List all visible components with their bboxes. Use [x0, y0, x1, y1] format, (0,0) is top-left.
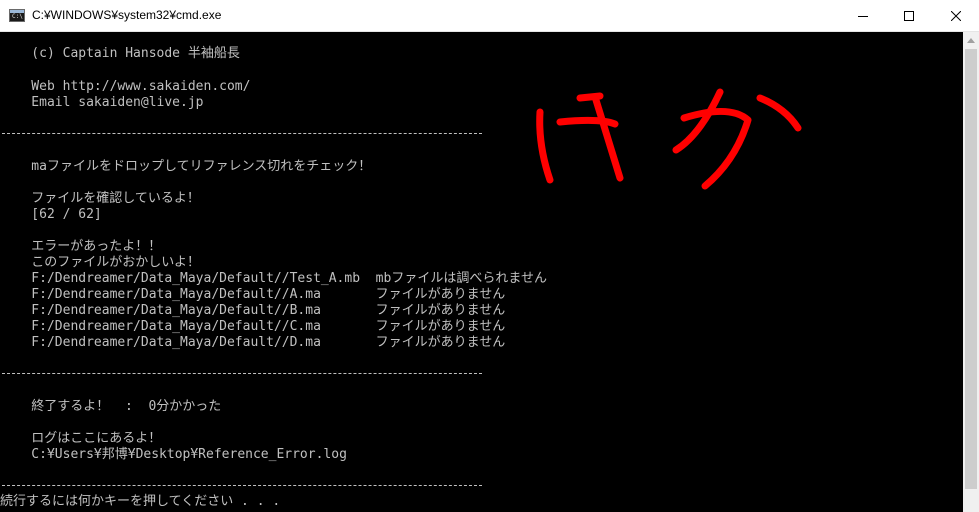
title-bar[interactable]: C:\ C:¥WINDOWS¥system32¥cmd.exe [0, 0, 979, 32]
minimize-button[interactable] [840, 0, 886, 32]
console-line: 終了するよ！ : 0分かかった [0, 399, 222, 414]
console-line: C:¥Users¥邦博¥Desktop¥Reference_Error.log [0, 447, 347, 462]
close-button[interactable] [933, 0, 979, 32]
scrollbar-thumb[interactable] [965, 49, 977, 489]
console-line: ログはここにあるよ！ [0, 431, 162, 446]
console-line: F:/Dendreamer/Data_Maya/Default//C.ma ファ… [0, 319, 506, 334]
vertical-scrollbar[interactable] [963, 32, 979, 512]
separator-line [2, 133, 482, 134]
console-line: ファイルを確認しているよ！ [0, 191, 200, 206]
arrow-up-icon [967, 38, 975, 43]
console-icon-text: C:\ [12, 13, 23, 20]
console-line: F:/Dendreamer/Data_Maya/Default//B.ma ファ… [0, 303, 506, 318]
maximize-icon [904, 11, 914, 21]
console-line: Web http://www.sakaiden.com/ [0, 79, 251, 94]
console-prompt-line: 続行するには何かキーを押してください . . . [0, 494, 281, 509]
console-line: maファイルをドロップしてリファレンス切れをチェック！ [0, 159, 372, 174]
console-line: F:/Dendreamer/Data_Maya/Default//D.ma ファ… [0, 335, 506, 350]
close-icon [951, 11, 961, 21]
separator-line [2, 485, 482, 486]
scroll-up-button[interactable] [963, 32, 979, 49]
console-line: F:/Dendreamer/Data_Maya/Default//Test_A.… [0, 271, 547, 286]
window-title: C:¥WINDOWS¥system32¥cmd.exe [32, 8, 222, 22]
console-line: F:/Dendreamer/Data_Maya/Default//A.ma ファ… [0, 287, 506, 302]
cmd-window: C:\ C:¥WINDOWS¥system32¥cmd.exe (c) Capt… [0, 0, 979, 512]
console-output[interactable]: (c) Captain Hansode 半袖船長 Web http://www.… [0, 32, 963, 512]
console-line: このファイルがおかしいよ！ [0, 255, 201, 270]
console-line: (c) Captain Hansode 半袖船長 [0, 46, 240, 61]
console-icon[interactable]: C:\ [9, 9, 25, 22]
console-line: Email sakaiden@live.jp [0, 95, 204, 110]
minimize-icon [858, 16, 868, 17]
maximize-button[interactable] [886, 0, 932, 32]
console-line: エラーがあったよ！！ [0, 239, 162, 254]
separator-line [2, 373, 482, 374]
console-line: [62 / 62] [0, 207, 102, 222]
